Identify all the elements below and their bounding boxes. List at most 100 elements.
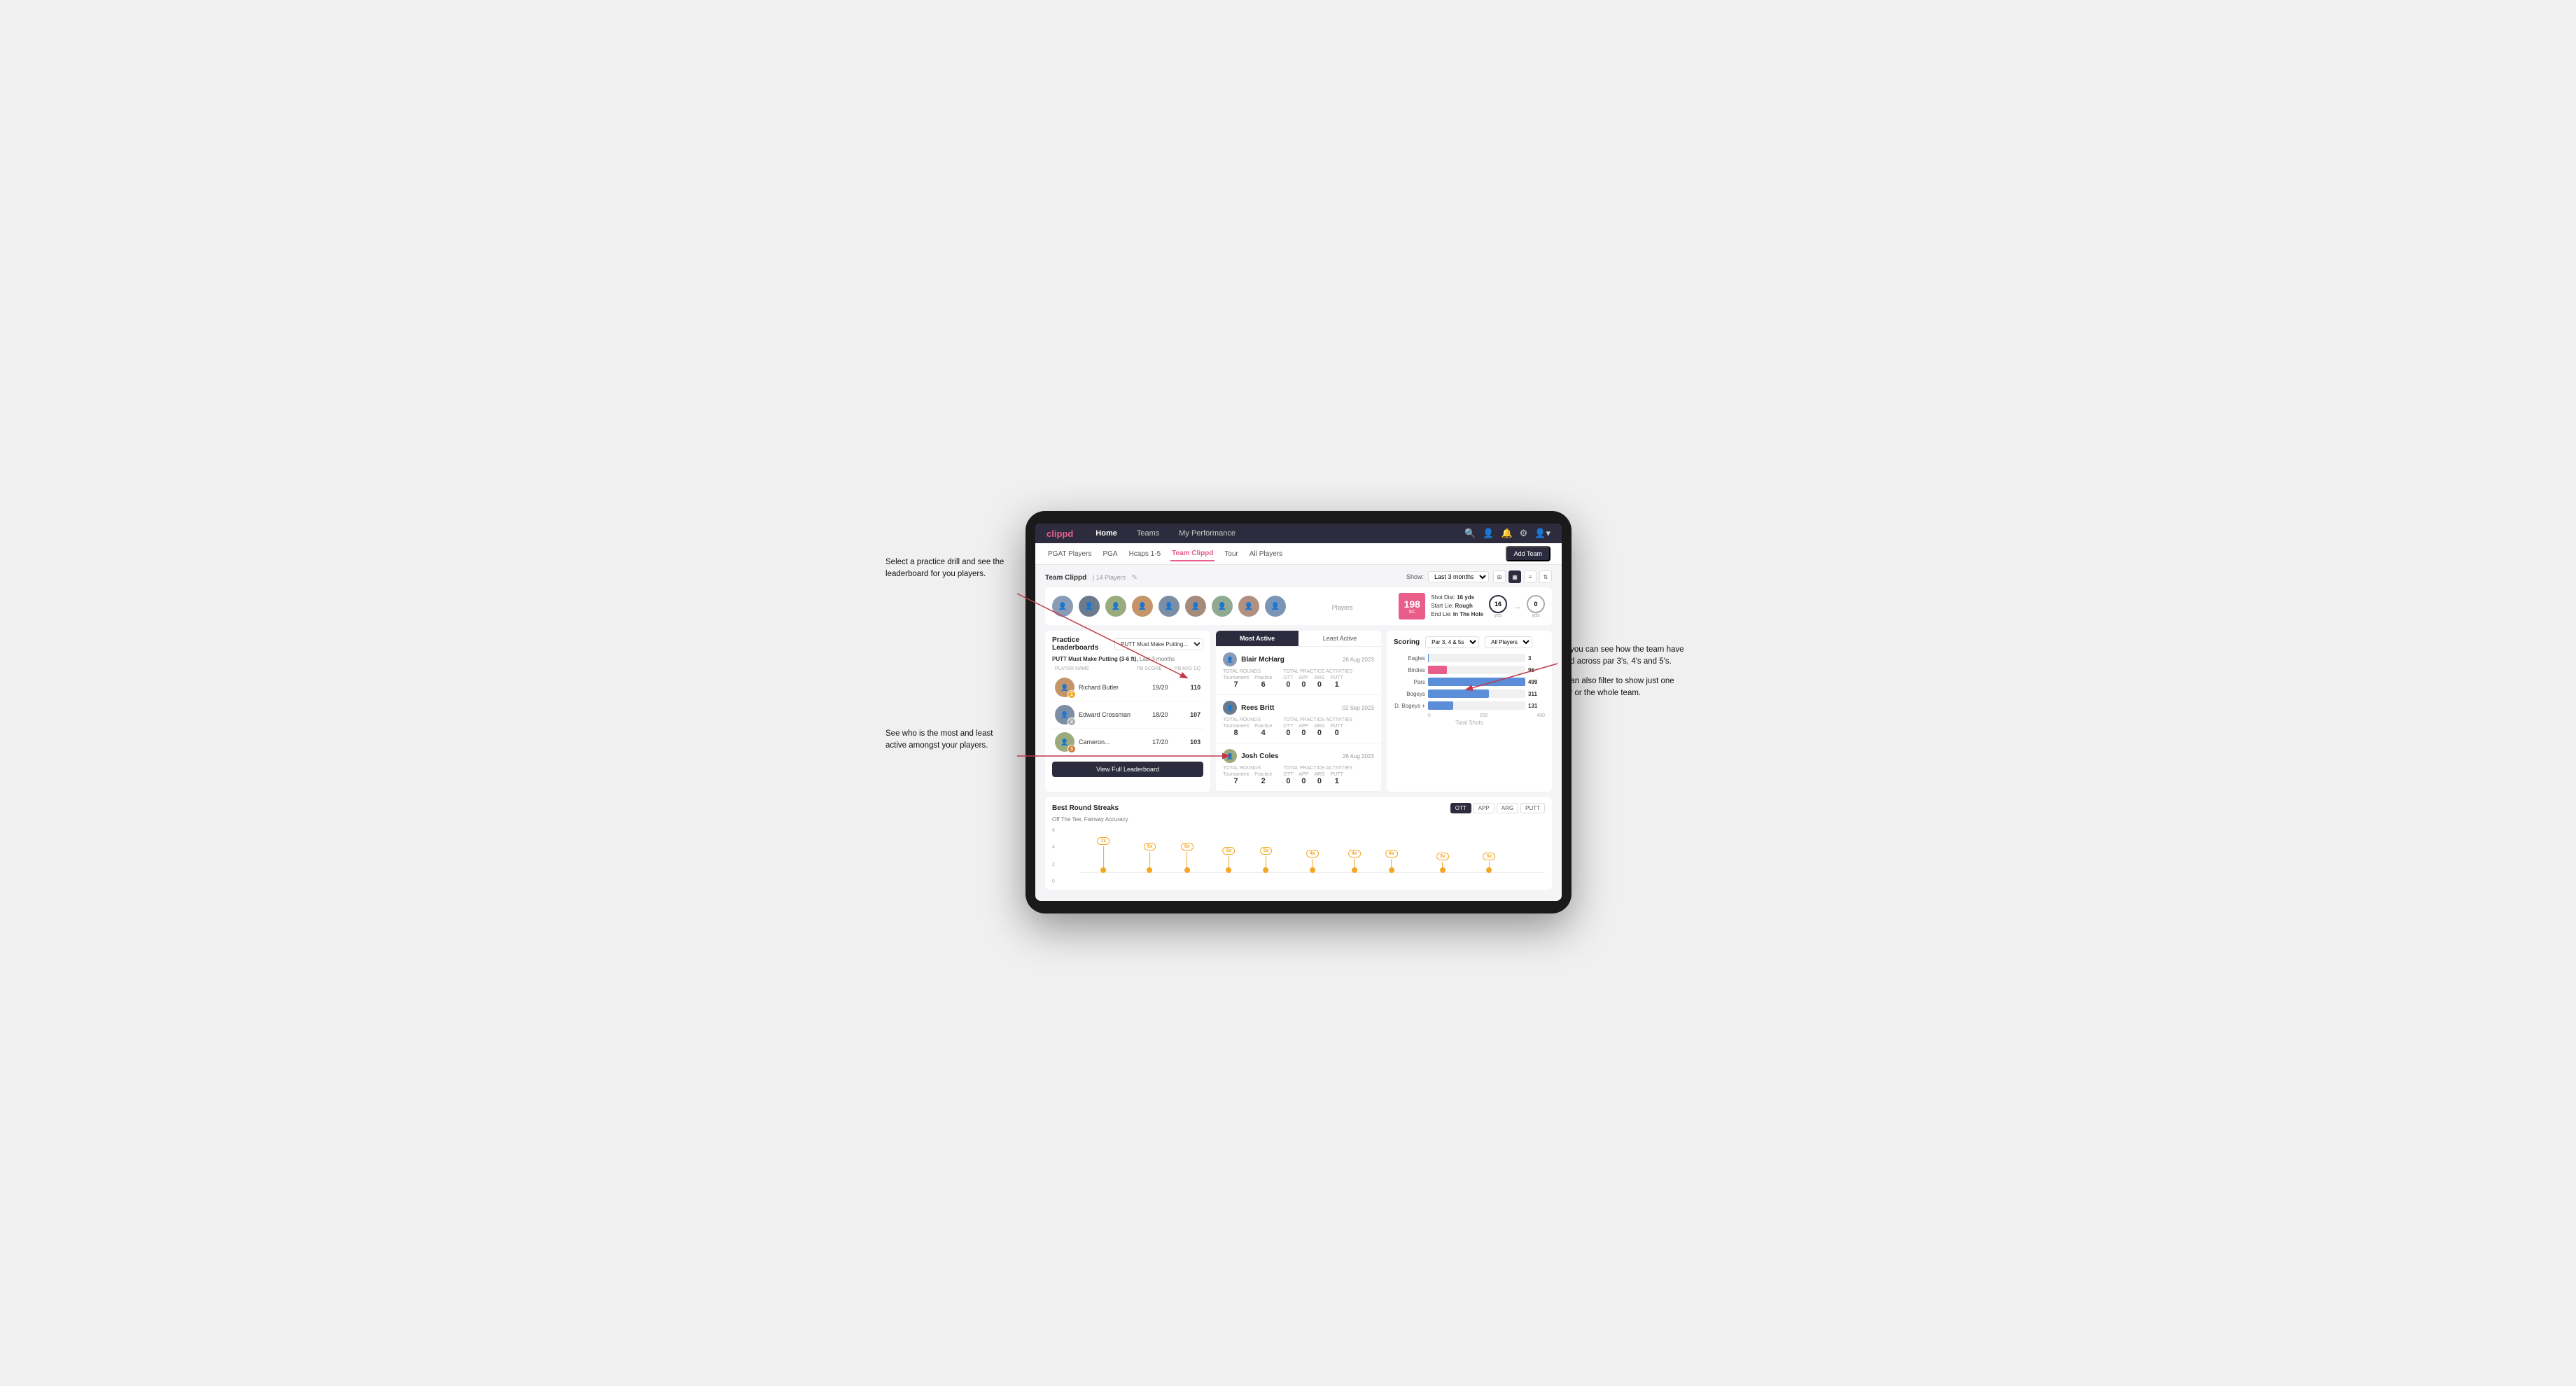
activity-avatar-3: 👤: [1223, 749, 1237, 763]
timeline-point: 7x: [1097, 837, 1110, 873]
activity-avatar-1: 👤: [1223, 652, 1237, 666]
yds-right-circle: 0: [1527, 595, 1545, 613]
practice-activities-group: Total Practice Activities OTT 0 APP: [1283, 669, 1352, 689]
timeline-point: 5x: [1223, 847, 1236, 873]
streak-btn-ott[interactable]: OTT: [1450, 803, 1471, 813]
streak-btn-app[interactable]: APP: [1474, 803, 1494, 813]
avatar-8[interactable]: 👤: [1238, 596, 1259, 617]
main-content: Team Clippd | 14 Players ✎ Show: Last 3 …: [1035, 565, 1562, 901]
activity-tabs: Most Active Least Active: [1216, 631, 1381, 647]
view-icons: ⊞ ▦ ≡ ⇅: [1493, 570, 1552, 583]
timeline-point: 6x: [1181, 843, 1194, 873]
avatar-5[interactable]: 👤: [1158, 596, 1180, 617]
table-row: 👤 3 Cameron... 17/20 103: [1052, 729, 1203, 756]
score-value: 198 SC: [1399, 593, 1425, 620]
tab-least-active[interactable]: Least Active: [1298, 631, 1381, 646]
show-filter: Show: Last 3 months Last month Last week…: [1406, 570, 1552, 583]
bell-icon[interactable]: 🔔: [1501, 528, 1512, 539]
chart-axis: 0 200 400: [1394, 713, 1545, 718]
streaks-buttons: OTT APP ARG PUTT: [1450, 803, 1545, 813]
grid-large-icon[interactable]: ▦: [1508, 570, 1521, 583]
subnav-team-clippd[interactable]: Team Clippd: [1170, 547, 1214, 561]
nav-bar: clippd Home Teams My Performance 🔍 👤 🔔 ⚙…: [1035, 524, 1562, 543]
show-period-select[interactable]: Last 3 months Last month Last week: [1428, 571, 1489, 582]
avatar-4[interactable]: 👤: [1132, 596, 1153, 617]
user-avatar-icon[interactable]: 👤▾: [1534, 528, 1550, 539]
activity-panel: Most Active Least Active 👤 Blair McHarg: [1216, 631, 1381, 792]
streaks-header: Best Round Streaks OTT APP ARG PUTT: [1052, 803, 1545, 813]
annotation-top-left: Select a practice drill and see the lead…: [886, 556, 1015, 581]
tab-most-active[interactable]: Most Active: [1216, 631, 1298, 646]
timeline-point: 3x: [1436, 853, 1449, 873]
scoring-player-filter[interactable]: All Players: [1485, 636, 1532, 648]
drill-select[interactable]: PUTT Must Make Putting...: [1114, 638, 1203, 650]
yds-left-circle: 16: [1489, 595, 1507, 613]
list-item: 👤 Josh Coles 26 Aug 2023 Total Rounds: [1216, 743, 1381, 792]
search-icon[interactable]: 🔍: [1464, 528, 1476, 539]
scoring-par-filter[interactable]: Par 3, 4 & 5s: [1425, 636, 1479, 648]
subnav-tour[interactable]: Tour: [1223, 547, 1239, 561]
streaks-subtitle: Off The Tee, Fairway Accuracy: [1052, 816, 1545, 822]
timeline-point: 4x: [1306, 850, 1319, 873]
player-avatars: 👤 👤 👤 👤 👤 👤 👤 👤 👤 Players: [1052, 596, 1393, 617]
avatar-2[interactable]: 👤: [1079, 596, 1100, 617]
filter-icon[interactable]: ⇅: [1539, 570, 1552, 583]
subnav-pga[interactable]: PGA: [1101, 547, 1119, 561]
streaks-timeline: 6 4 2 0 7x: [1052, 828, 1545, 884]
tablet-screen: clippd Home Teams My Performance 🔍 👤 🔔 ⚙…: [1035, 524, 1562, 901]
subnav-hcaps[interactable]: Hcaps 1-5: [1128, 547, 1163, 561]
grid-small-icon[interactable]: ⊞: [1493, 570, 1506, 583]
lb-header: PLAYER NAME PB SCORE PB AVG SQ: [1052, 666, 1203, 671]
timeline-point: 4x: [1348, 850, 1361, 873]
avatar-3[interactable]: 👤: [1105, 596, 1126, 617]
leaderboard-header: Practice Leaderboards PUTT Must Make Put…: [1052, 636, 1203, 652]
nav-home[interactable]: Home: [1093, 528, 1120, 539]
players-row: 👤 👤 👤 👤 👤 👤 👤 👤 👤 Players: [1045, 587, 1552, 625]
score-yds: 16 yds → 0 yds: [1489, 595, 1545, 618]
drill-subtitle: PUTT Must Make Putting (3-6 ft), Last 3 …: [1052, 656, 1203, 662]
rank-badge-3: 3: [1068, 745, 1076, 753]
leaderboard-title: Practice Leaderboards: [1052, 636, 1114, 652]
bar-row-pars: Pars 499: [1394, 678, 1545, 686]
rank-avatar-1: 👤 1: [1055, 678, 1074, 697]
bar-row-dbogeys: D. Bogeys + 131: [1394, 701, 1545, 710]
subnav-pgat[interactable]: PGAT Players: [1046, 547, 1093, 561]
leaderboard-panel: Practice Leaderboards PUTT Must Make Put…: [1045, 631, 1210, 792]
table-row: 👤 1 Richard Butler 19/20 110: [1052, 674, 1203, 701]
view-full-leaderboard-button[interactable]: View Full Leaderboard: [1052, 762, 1203, 777]
rank-avatar-2: 👤 2: [1055, 705, 1074, 724]
sub-nav: PGAT Players PGA Hcaps 1-5 Team Clippd T…: [1035, 543, 1562, 565]
player-name-2: Rees Britt: [1241, 704, 1274, 712]
nav-teams[interactable]: Teams: [1134, 528, 1162, 539]
timeline-point: 5x: [1260, 847, 1273, 873]
scoring-bar-chart: Eagles 3 Birdies: [1394, 654, 1545, 710]
avatar-7[interactable]: 👤: [1212, 596, 1233, 617]
nav-my-performance[interactable]: My Performance: [1176, 528, 1238, 539]
list-icon[interactable]: ≡: [1524, 570, 1536, 583]
avatar-6[interactable]: 👤: [1185, 596, 1206, 617]
bar-row-eagles: Eagles 3: [1394, 654, 1545, 662]
streak-btn-putt[interactable]: PUTT: [1520, 803, 1545, 813]
subnav-all-players[interactable]: All Players: [1248, 547, 1284, 561]
chart-footer: Total Shots: [1394, 720, 1545, 726]
avatar-1[interactable]: 👤: [1052, 596, 1073, 617]
rank-badge-2: 2: [1068, 718, 1076, 726]
streak-btn-arg[interactable]: ARG: [1497, 803, 1518, 813]
avatar-9[interactable]: 👤: [1265, 596, 1286, 617]
list-item: 👤 Blair McHarg 26 Aug 2023 Total Rounds: [1216, 647, 1381, 695]
settings-icon[interactable]: ⚙: [1520, 528, 1528, 539]
list-item: 👤 Rees Britt 02 Sep 2023 Total Rounds: [1216, 695, 1381, 743]
annotation-bottom-left: See who is the most and least active amo…: [886, 728, 1015, 752]
scoring-panel: Scoring Par 3, 4 & 5s All Players: [1387, 631, 1552, 792]
add-team-button[interactable]: Add Team: [1506, 546, 1550, 561]
activity-avatar-2: 👤: [1223, 701, 1237, 715]
scoring-header: Scoring Par 3, 4 & 5s All Players: [1394, 636, 1545, 648]
person-icon[interactable]: 👤: [1483, 528, 1494, 539]
tablet-body: clippd Home Teams My Performance 🔍 👤 🔔 ⚙…: [1026, 511, 1572, 913]
rank-avatar-3: 👤 3: [1055, 732, 1074, 752]
timeline-points: 7x 6x: [1080, 828, 1545, 873]
timeline-point: 6x: [1144, 843, 1156, 873]
player-name-3: Josh Coles: [1241, 752, 1278, 760]
timeline-point: 4x: [1385, 850, 1398, 873]
score-meta: Shot Dist: 16 yds Start Lie: Rough End L…: [1431, 594, 1483, 619]
